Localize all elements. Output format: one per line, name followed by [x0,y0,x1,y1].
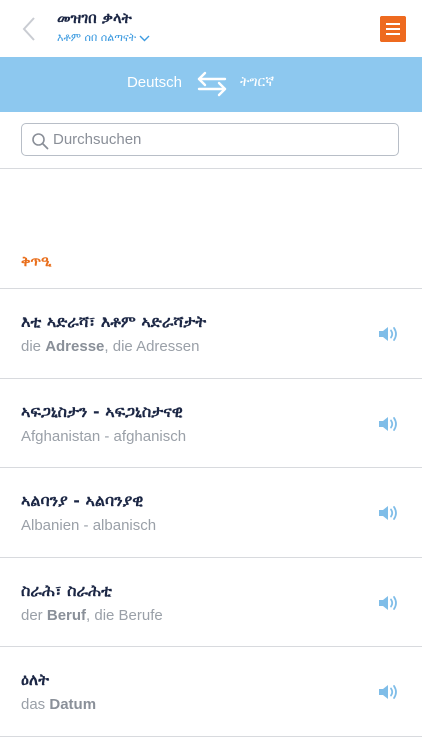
chevron-left-icon[interactable] [18,14,42,44]
swap-arrows-icon[interactable] [195,70,229,98]
term-text: እቲ ኣድራሻ፣ እቶም ኣድራሻታት [21,312,207,331]
divider [0,735,422,737]
translation-text: Albanien - albanisch [21,517,157,534]
term-text: ዕለት [21,670,50,689]
speaker-icon[interactable] [377,682,401,702]
language-bar: Deutsch ትግርኛ [0,57,422,112]
target-language[interactable]: ትግርኛ [240,74,274,90]
search-input[interactable] [53,129,383,150]
term-text: ኣፍጋኒስታን - ኣፍጋኒስታናዊ [21,401,183,421]
speaker-icon[interactable] [377,503,401,523]
term-text: ስራሕ፣ ስራሕቲ [21,580,112,600]
search-box[interactable] [21,123,399,156]
page-title: መዝገበ ቃላት [57,9,132,27]
list-item[interactable]: እቲ ኣድራሻ፣ እቶም ኣድራሻታት die Adresse, die Adre… [0,289,422,378]
category-label: እቶም ሰበ ሰልጣናት [57,31,137,44]
source-language[interactable]: Deutsch [127,74,182,91]
translation-text: das Datum [21,696,97,713]
term-text: ኣልባንያ - ኣልባንያዊ [21,491,144,510]
translation-text: die Adresse, die Adressen [21,338,200,355]
list-item[interactable]: ኣልባንያ - ኣልባንያዊ Albanien - albanisch [0,468,422,557]
list-item[interactable]: ኣፍጋኒስታን - ኣፍጋኒስታናዊ Afghanistan - afghanis… [0,379,422,468]
translation-text: Afghanistan - afghanisch [21,427,187,445]
list-item[interactable]: ስራሕ፣ ስራሕቲ der Beruf, die Berufe [0,558,422,647]
app-header: መዝገበ ቃላት እቶም ሰበ ሰልጣናት [0,0,422,57]
search-icon [32,133,49,150]
speaker-icon[interactable] [377,414,401,434]
translation-text: der Beruf, die Berufe [21,606,163,624]
chevron-down-icon [139,35,150,41]
list-item[interactable]: ዕለት das Datum [0,647,422,736]
speaker-icon[interactable] [377,324,401,344]
divider [0,168,422,169]
section-title: ቅጥዒ [21,254,52,270]
speaker-icon[interactable] [377,593,401,613]
category-selector[interactable]: እቶም ሰበ ሰልጣናት [57,31,150,45]
hamburger-menu-icon[interactable] [380,16,406,42]
